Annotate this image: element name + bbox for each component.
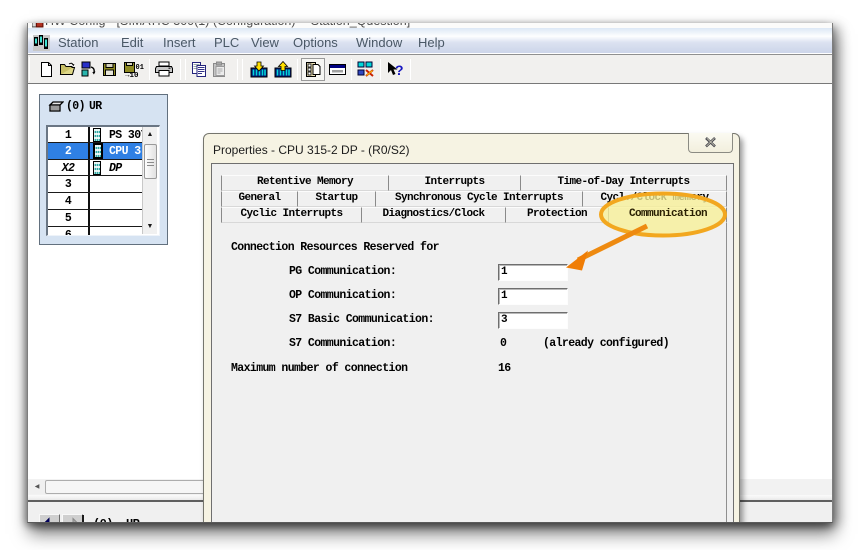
svg-text:01: 01 [136,64,144,72]
svg-text:→10: →10 [125,72,139,78]
svg-text:?: ? [395,62,404,78]
